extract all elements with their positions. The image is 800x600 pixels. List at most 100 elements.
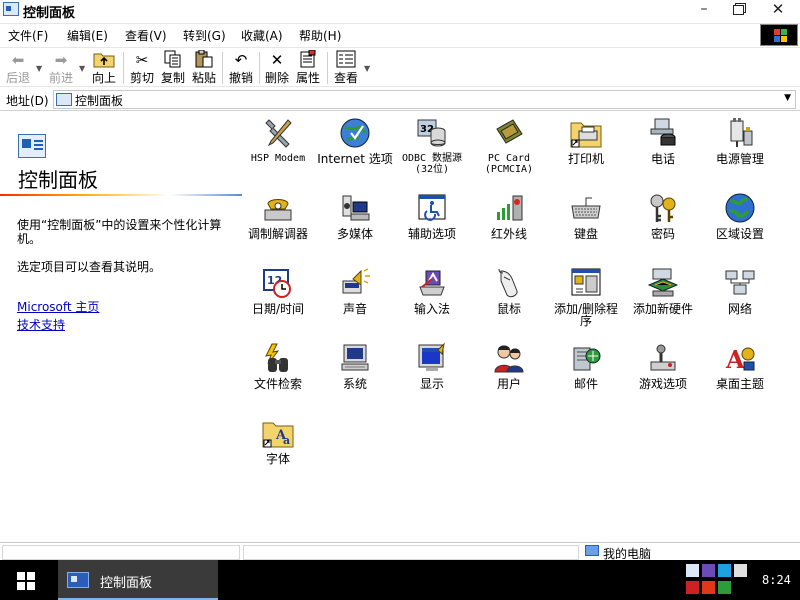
start-button[interactable]: [0, 560, 54, 600]
minimize-button[interactable]: –: [686, 0, 722, 21]
globe-icon: [339, 117, 371, 149]
restore-icon: [732, 5, 744, 15]
item-passwords[interactable]: 密码: [625, 187, 701, 240]
item-label: 显示: [419, 377, 444, 391]
view-dropdown-icon[interactable]: ▼: [364, 64, 370, 73]
delete-button[interactable]: ✕ 删除: [263, 50, 291, 86]
folder-up-icon: [89, 50, 119, 70]
close-button[interactable]: ✕: [760, 0, 796, 21]
calendar-clock-icon: 12: [262, 267, 294, 299]
item-label: 键盘: [573, 227, 598, 241]
address-value: 控制面板: [75, 94, 124, 108]
properties-button[interactable]: 属性: [294, 49, 322, 86]
item-regional-settings[interactable]: 区域设置: [702, 187, 778, 240]
system-tray: [686, 562, 752, 598]
item-odbc[interactable]: 32 ODBC 数据源(32位): [394, 112, 470, 175]
up-label: 向上: [91, 71, 116, 85]
infrared-icon: [493, 192, 525, 224]
toolbar-separator: [327, 52, 328, 84]
item-desktop-themes[interactable]: A 桌面主题: [702, 337, 778, 390]
item-input-method[interactable]: 输入法: [394, 262, 470, 315]
copy-button[interactable]: 复制: [159, 50, 187, 86]
microsoft-home-link[interactable]: Microsoft 主页: [17, 298, 99, 315]
item-power-management[interactable]: 电源管理: [702, 112, 778, 165]
restore-button[interactable]: [720, 0, 756, 21]
security-tray-icon[interactable]: [686, 581, 699, 594]
item-game-controllers[interactable]: 游戏选项: [625, 337, 701, 390]
mouse-icon: [493, 267, 525, 299]
undo-button[interactable]: ↶ 撤销: [227, 50, 255, 86]
item-label: ODBC 数据源(32位): [401, 153, 463, 175]
item-pc-card[interactable]: PC Card (PCMCIA): [471, 112, 547, 175]
item-network[interactable]: 网络: [702, 262, 778, 315]
paste-button[interactable]: 粘贴: [190, 49, 218, 86]
item-modems[interactable]: 调制解调器: [240, 187, 316, 240]
menu-favorites[interactable]: 收藏(A): [241, 27, 283, 44]
display-icon: [416, 342, 448, 374]
copy-icon: [159, 50, 187, 70]
menu-edit[interactable]: 编辑(E): [67, 27, 108, 44]
taskbar-clock[interactable]: 8:24: [762, 573, 791, 587]
users-icon: [493, 342, 525, 374]
forward-dropdown-icon[interactable]: ▼: [79, 64, 85, 73]
back-button[interactable]: ⬅ 后退: [3, 50, 33, 86]
status-cell: [243, 545, 579, 560]
item-mouse[interactable]: 鼠标: [471, 262, 547, 315]
item-label: 网络: [727, 302, 752, 316]
item-accessibility[interactable]: 辅助选项: [394, 187, 470, 240]
address-input[interactable]: 控制面板 ▼: [53, 90, 796, 109]
item-telephony[interactable]: 电话: [625, 112, 701, 165]
item-label: 区域设置: [715, 227, 764, 241]
address-dropdown-icon[interactable]: ▼: [784, 93, 791, 103]
item-label: 用户: [496, 377, 521, 391]
input-method-tray-icon[interactable]: [686, 564, 699, 577]
back-arrow-icon: ⬅: [11, 51, 25, 69]
forward-button[interactable]: ➡ 前进: [46, 50, 76, 86]
item-internet-options[interactable]: Internet 选项: [317, 112, 393, 165]
network-tray-icon[interactable]: [718, 564, 731, 577]
item-label: 多媒体: [336, 227, 373, 241]
taskbar-control-panel-button[interactable]: 控制面板: [58, 560, 218, 600]
item-find-fast[interactable]: 文件检索: [240, 337, 316, 390]
menu-go[interactable]: 转到(G): [183, 27, 226, 44]
menu-file[interactable]: 文件(F): [8, 27, 48, 44]
item-add-new-hardware[interactable]: 添加新硬件: [625, 262, 701, 315]
add-remove-programs-icon: [570, 267, 602, 299]
item-fonts[interactable]: Aa 字体: [240, 412, 316, 465]
properties-label: 属性: [295, 71, 320, 85]
update-tray-icon[interactable]: [718, 581, 731, 594]
menu-bar: 文件(F) 编辑(E) 查看(V) 转到(G) 收藏(A) 帮助(H): [0, 23, 800, 45]
item-label: 电源管理: [715, 152, 764, 166]
volume-tray-icon[interactable]: [734, 564, 747, 577]
item-label: 鼠标: [496, 302, 521, 316]
cut-button[interactable]: ✂ 剪切: [128, 50, 156, 86]
back-dropdown-icon[interactable]: ▼: [36, 64, 42, 73]
item-hsp-modem[interactable]: HSP Modem: [240, 112, 316, 164]
item-system[interactable]: 系统: [317, 337, 393, 390]
add-hardware-icon: [647, 267, 679, 299]
view-button[interactable]: 查看: [331, 50, 361, 86]
tech-support-link[interactable]: 技术支持: [17, 316, 65, 333]
item-display[interactable]: 显示: [394, 337, 470, 390]
item-add-remove-programs[interactable]: 添加/删除程序: [548, 262, 624, 327]
item-multimedia[interactable]: 多媒体: [317, 187, 393, 240]
power-plug-icon: [724, 117, 756, 149]
multimedia-icon: [339, 192, 371, 224]
item-sounds[interactable]: 声音: [317, 262, 393, 315]
menu-view[interactable]: 查看(V): [125, 27, 167, 44]
item-date-time[interactable]: 12 日期/时间: [240, 262, 316, 315]
item-mail[interactable]: 邮件: [548, 337, 624, 390]
up-button[interactable]: 向上: [89, 50, 119, 86]
item-users[interactable]: 用户: [471, 337, 547, 390]
menu-help[interactable]: 帮助(H): [299, 27, 341, 44]
item-label: 文件检索: [253, 377, 302, 391]
item-keyboard[interactable]: 键盘: [548, 187, 624, 240]
printer-folder-icon: [570, 117, 602, 149]
flash-tray-icon[interactable]: [702, 581, 715, 594]
forward-arrow-icon: ➡: [54, 51, 68, 69]
item-infrared[interactable]: 红外线: [471, 187, 547, 240]
keyboard-tray-icon[interactable]: [702, 564, 715, 577]
control-panel-large-icon: [18, 134, 46, 158]
item-printers[interactable]: 打印机: [548, 112, 624, 165]
item-label: 桌面主题: [715, 377, 764, 391]
